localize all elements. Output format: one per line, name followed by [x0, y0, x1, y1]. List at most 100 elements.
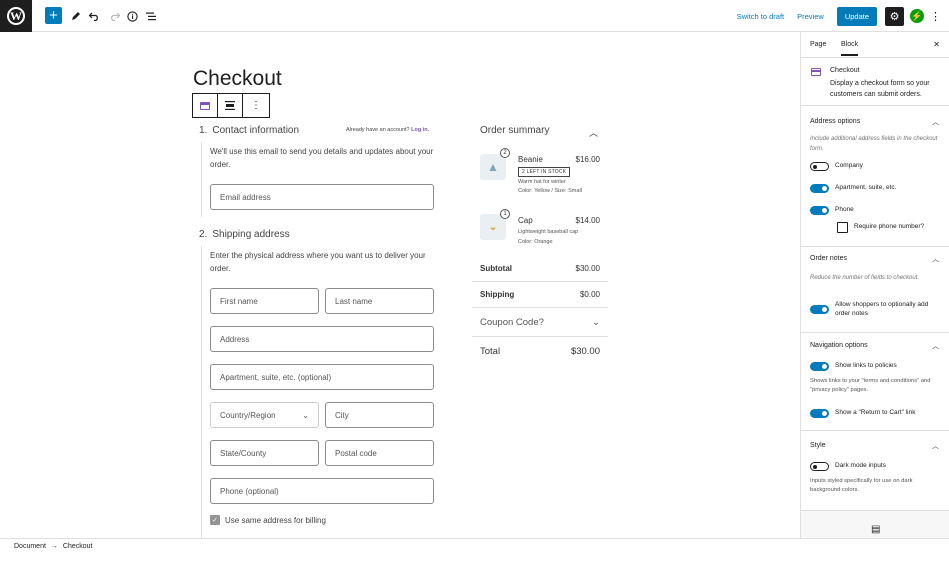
add-block-button[interactable]: +	[45, 7, 62, 24]
cap-icon: ◒	[489, 220, 497, 234]
beanie-icon: ▲	[487, 160, 499, 174]
block-type-button[interactable]	[193, 94, 218, 117]
navigation-options-panel: Navigation options ︿ Show links to polic…	[801, 332, 949, 430]
settings-sidebar: Page Block ✕ Checkout Display a checkout…	[800, 32, 949, 538]
breadcrumb: Document → Checkout	[14, 543, 92, 550]
company-toggle[interactable]	[810, 162, 829, 171]
chevron-down-icon: ⌄	[302, 410, 309, 420]
editor-canvas: Checkout ⋮ 1. Contact information Already…	[0, 32, 800, 538]
item-price: $14.00	[575, 216, 600, 225]
quantity-badge: 1	[500, 209, 510, 219]
details-button[interactable]	[126, 7, 138, 25]
status-bar: Document → Checkout	[0, 538, 949, 568]
apartment-toggle[interactable]	[810, 184, 829, 193]
chevron-up-icon[interactable]: ︿	[589, 126, 598, 139]
panel-title[interactable]: Style	[810, 442, 826, 449]
beanie-thumbnail: ▲	[480, 154, 506, 180]
wordpress-logo-icon[interactable]: W	[0, 0, 32, 32]
header-actions: Switch to draft Preview Update ⚙ ⚡ ⋮	[737, 6, 941, 26]
page-title[interactable]: Checkout	[193, 67, 282, 91]
update-button[interactable]: Update	[836, 6, 877, 26]
breadcrumb-document[interactable]: Document	[14, 543, 46, 550]
panel-title[interactable]: Order notes	[810, 255, 847, 262]
toggle-label: Apartment, suite, etc.	[835, 184, 897, 191]
same-billing-checkbox-row[interactable]: ✓ Use same address for billing	[210, 515, 326, 525]
panel-title[interactable]: Address options	[810, 118, 860, 125]
panel-title[interactable]: Navigation options	[810, 342, 868, 349]
feedback-icon[interactable]: ▤	[871, 524, 880, 535]
chevron-up-icon[interactable]: ︿	[932, 341, 939, 351]
block-options-button[interactable]: ⋮	[243, 94, 269, 117]
first-name-field[interactable]: First name	[210, 288, 319, 314]
item-name: Cap	[518, 216, 533, 225]
top-toolbar: W + Switch to draft Preview Update ⚙ ⚡ ⋮	[0, 0, 949, 32]
toggle-label: Company	[835, 162, 863, 169]
options-button[interactable]: ⋮	[930, 10, 941, 23]
dark-mode-toggle[interactable]	[810, 462, 829, 471]
toggle-label: Dark mode inputs	[835, 462, 886, 469]
item-name: Beanie	[518, 155, 543, 164]
more-vertical-icon: ⋮	[930, 10, 941, 23]
tab-block[interactable]: Block	[841, 41, 859, 56]
settings-button[interactable]: ⚙	[885, 6, 904, 26]
gear-icon: ⚙	[889, 10, 900, 23]
phone-field[interactable]: Phone (optional)	[210, 478, 434, 504]
panel-help: Include additional address fields in the…	[810, 136, 938, 152]
address-field[interactable]: Address	[210, 326, 434, 352]
postal-code-field[interactable]: Postal code	[325, 440, 434, 466]
checkout-block-icon	[811, 68, 821, 76]
contact-step-title: 1. Contact information	[199, 125, 300, 136]
item-description: Lightweight baseball cap	[518, 229, 579, 235]
last-name-field[interactable]: Last name	[325, 288, 434, 314]
subtotal-row: Subtotal $30.00	[480, 263, 600, 273]
arrow-right-icon: →	[50, 543, 58, 550]
tools-button[interactable]	[70, 7, 82, 25]
login-link[interactable]: Log in.	[411, 127, 429, 133]
step-connector	[201, 246, 202, 538]
undo-button[interactable]	[88, 7, 100, 25]
order-notes-toggle[interactable]	[810, 305, 829, 314]
redo-button[interactable]	[108, 7, 120, 25]
chevron-down-icon: ⌄	[592, 316, 600, 328]
chevron-up-icon[interactable]: ︿	[932, 117, 939, 127]
switch-to-draft-button[interactable]: Switch to draft	[737, 12, 785, 21]
checkbox-label: Require phone number?	[854, 223, 925, 230]
breadcrumb-checkout[interactable]: Checkout	[63, 543, 93, 550]
return-to-cart-toggle[interactable]	[810, 409, 829, 418]
chevron-up-icon[interactable]: ︿	[932, 254, 939, 264]
list-view-button[interactable]	[145, 7, 157, 25]
country-select[interactable]: Country/Region ⌄	[210, 402, 319, 428]
dark-mode-help: Inputs styled specifically for use on da…	[810, 478, 913, 493]
total-row: Total $30.00	[480, 345, 600, 357]
order-notes-panel: Order notes ︿ Reduce the number of field…	[801, 246, 949, 332]
tab-page[interactable]: Page	[810, 41, 826, 48]
item-meta: Color: Orange	[518, 239, 553, 245]
coupon-toggle[interactable]: Coupon Code? ⌄	[472, 309, 608, 335]
policies-toggle[interactable]	[810, 362, 829, 371]
state-field[interactable]: State/County	[210, 440, 319, 466]
info-icon	[126, 10, 138, 22]
block-toolbar: ⋮	[192, 93, 270, 118]
jetpack-button[interactable]: ⚡	[910, 9, 924, 23]
align-button[interactable]	[218, 94, 243, 117]
city-field[interactable]: City	[325, 402, 434, 428]
item-description: Warm hat for winter	[518, 179, 566, 185]
login-prompt: Already have an account? Log in.	[346, 127, 430, 133]
preview-button[interactable]: Preview	[797, 12, 824, 21]
apartment-field[interactable]: Apartment, suite, etc. (optional)	[210, 364, 434, 390]
chevron-up-icon[interactable]: ︿	[932, 441, 939, 451]
email-field[interactable]: Email address	[210, 184, 434, 210]
require-phone-checkbox[interactable]	[837, 222, 848, 233]
same-billing-label: Use same address for billing	[225, 515, 326, 525]
redo-icon	[110, 12, 120, 21]
divider	[472, 336, 608, 337]
undo-icon	[88, 12, 98, 21]
checkbox-checked-icon[interactable]: ✓	[210, 515, 220, 525]
phone-toggle[interactable]	[810, 206, 829, 215]
quantity-badge: 2	[500, 148, 510, 158]
toggle-label: Show a "Return to Cart" link	[835, 409, 916, 416]
close-icon[interactable]: ✕	[933, 40, 940, 49]
order-summary-title[interactable]: Order summary	[480, 125, 549, 136]
divider	[472, 307, 608, 308]
shipping-helper-text: Enter the physical address where you wan…	[210, 251, 426, 273]
